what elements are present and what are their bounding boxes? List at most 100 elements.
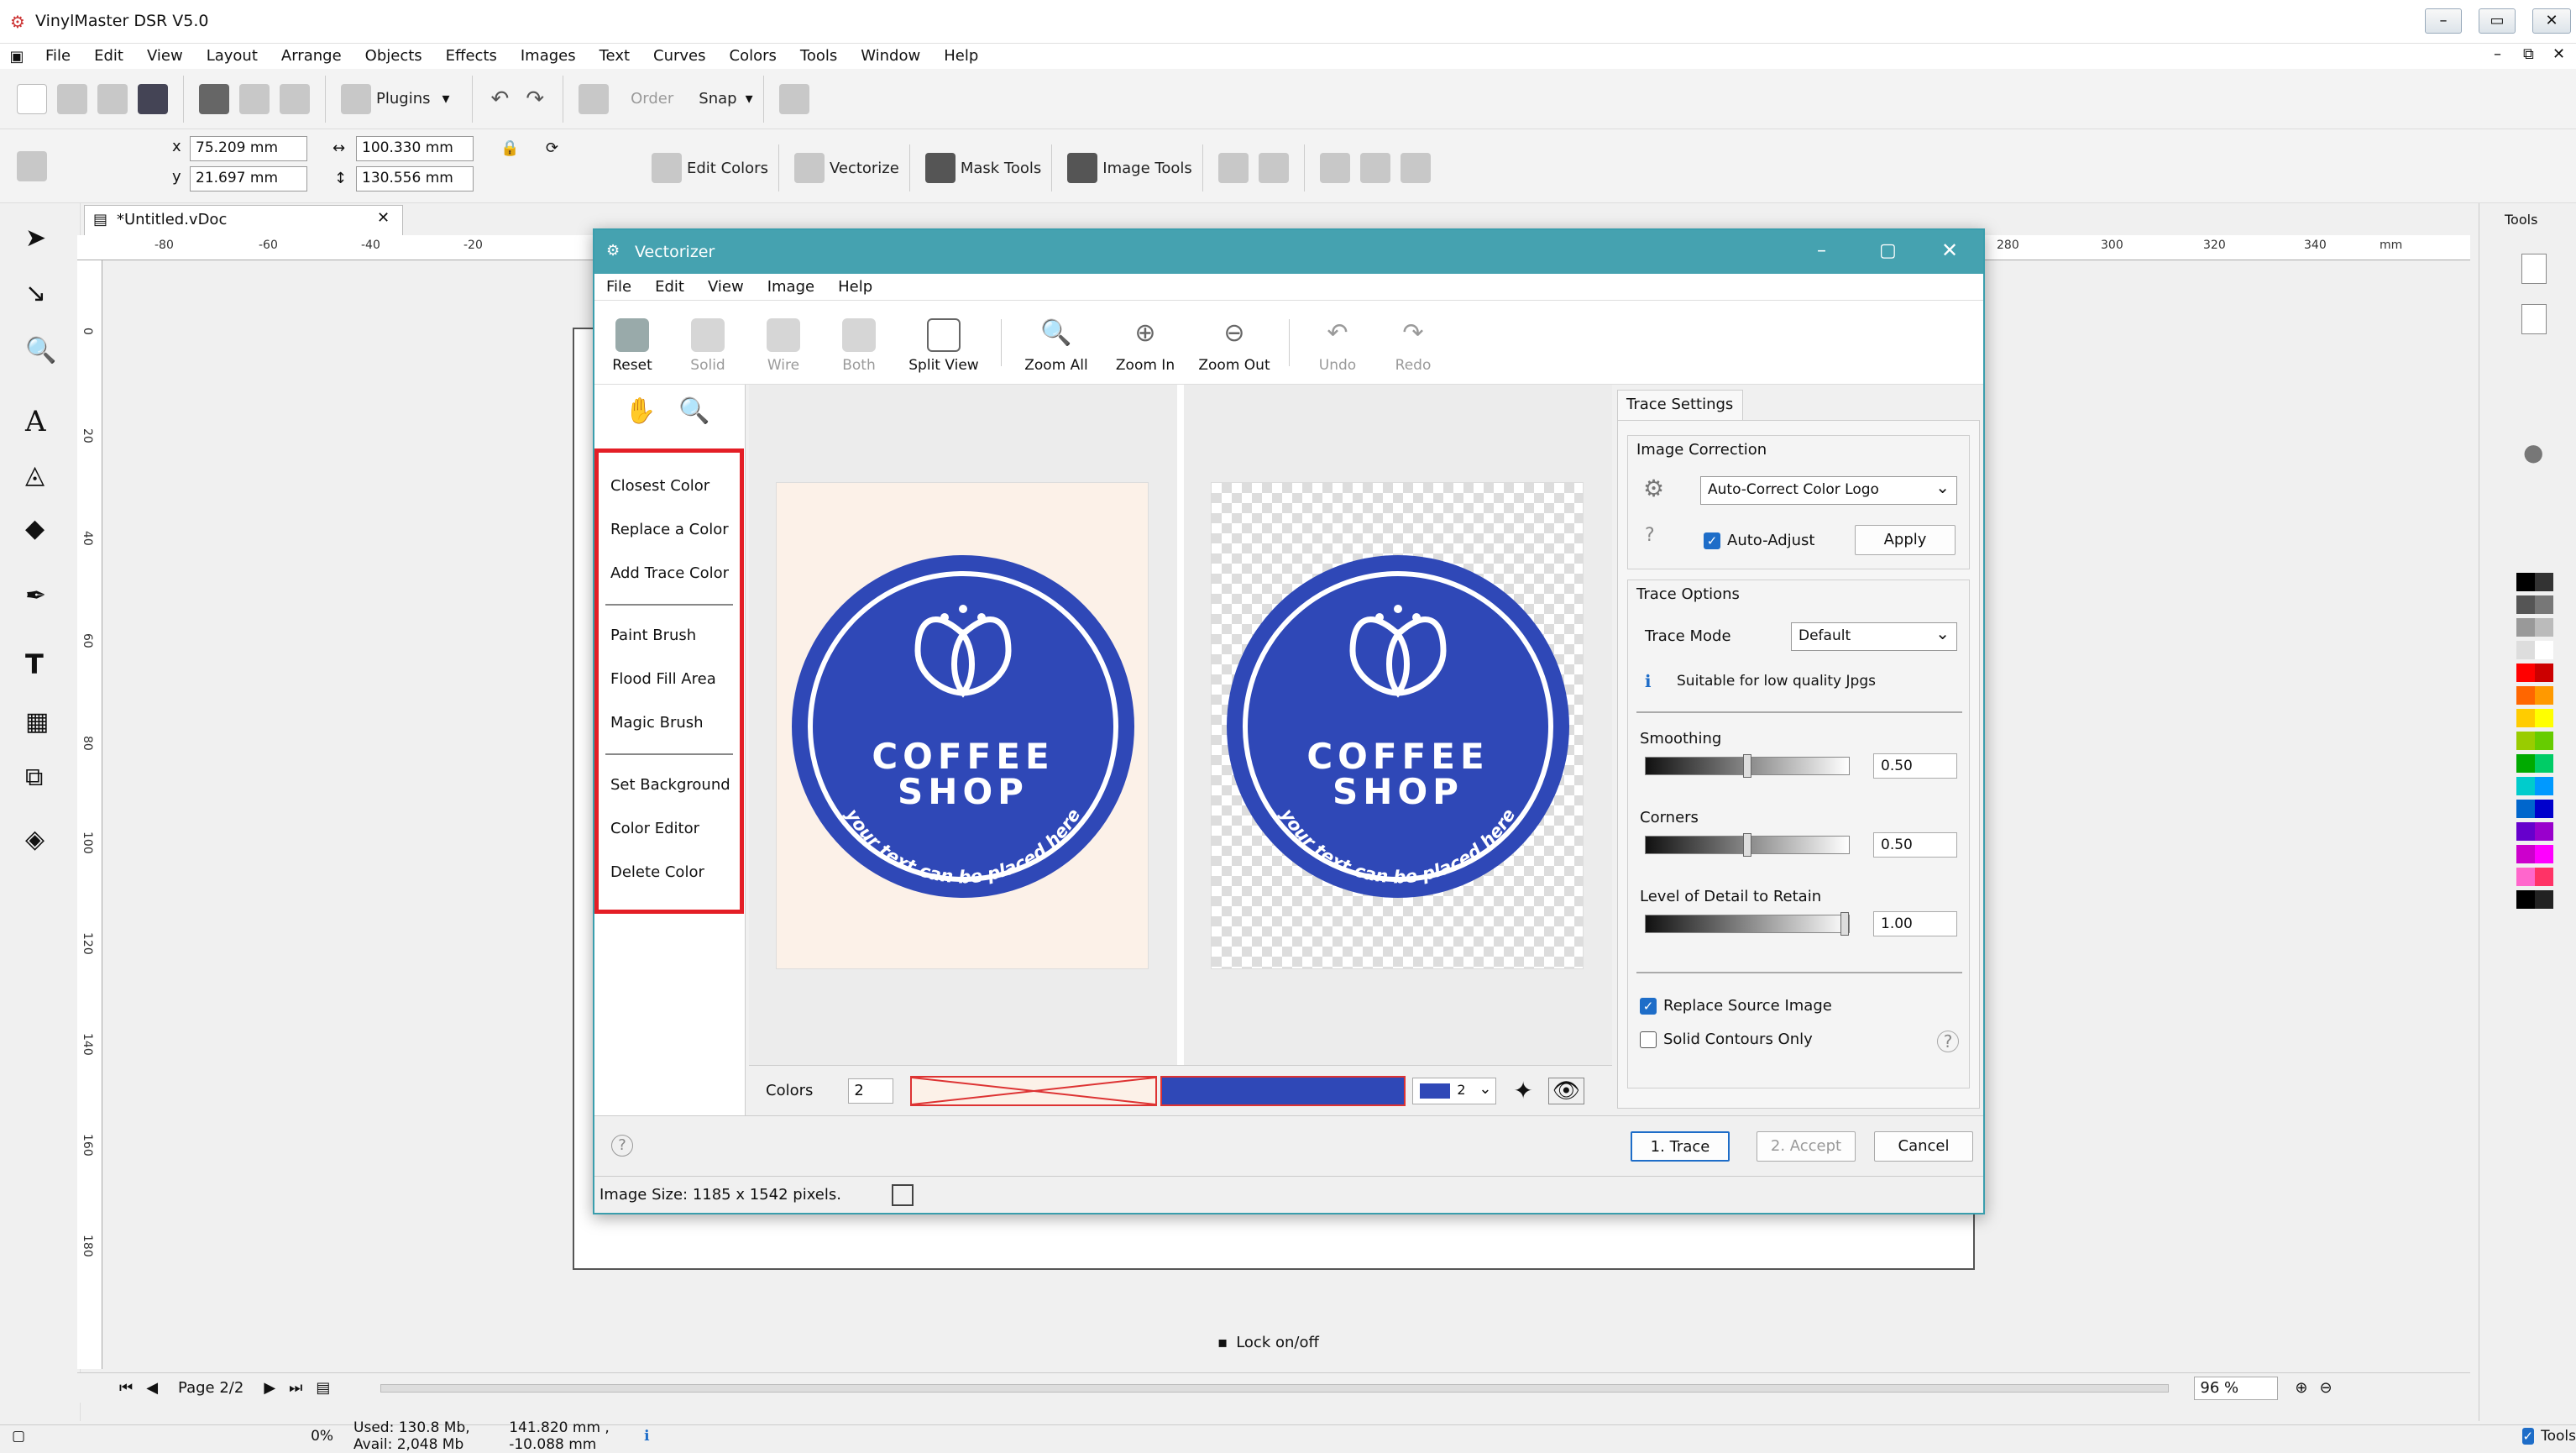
select-icon[interactable] [579, 83, 610, 114]
dialog-menu-view[interactable]: View [696, 275, 756, 300]
menu-curves[interactable]: Curves [641, 44, 717, 69]
blue-color-swatch[interactable] [1160, 1075, 1406, 1106]
document-menu-icon[interactable]: ▣ [0, 48, 34, 66]
dialog-menu-help[interactable]: Help [826, 275, 884, 300]
dialog-close-icon[interactable]: ✕ [1941, 239, 1958, 262]
lock-icon[interactable]: 🔒 [500, 139, 519, 157]
x-position-field[interactable]: 75.209 mm [190, 136, 307, 161]
palette-color-swatch[interactable] [2535, 845, 2553, 863]
menu-layout[interactable]: Layout [195, 44, 270, 69]
text-tool-icon[interactable]: A [25, 405, 46, 438]
save-icon[interactable] [138, 83, 168, 114]
y-position-field[interactable]: 21.697 mm [190, 166, 307, 191]
plugins-dropdown-icon[interactable]: ▾ [442, 90, 449, 108]
document-tab[interactable]: ▤ *Untitled.vDoc ✕ [84, 205, 403, 235]
preview-toggle-icon[interactable]: 👁 [1547, 1077, 1584, 1104]
shape-tool-icon[interactable]: ◬ [25, 460, 45, 490]
doc-close-icon[interactable]: ✕ [2552, 45, 2565, 63]
snap-dropdown-icon[interactable]: ▾ [746, 90, 753, 108]
zoom-in-button[interactable]: ⊕ Zoom In [1109, 312, 1181, 374]
menu-view[interactable]: View [135, 44, 195, 69]
cancel-button[interactable]: Cancel [1874, 1131, 1973, 1162]
palette-color-swatch[interactable] [2516, 777, 2535, 795]
vectorize-icon[interactable] [793, 153, 825, 183]
palette-color-swatch[interactable] [2516, 595, 2535, 614]
add-trace-color-tool[interactable]: Add Trace Color [599, 552, 740, 595]
delete-color-tool[interactable]: Delete Color [599, 851, 740, 894]
paint-brush-tool[interactable]: Paint Brush [599, 614, 740, 658]
smoothing-value[interactable]: 0.50 [1873, 753, 1957, 779]
replace-a-color-tool[interactable]: Replace a Color [599, 508, 740, 552]
add-page-icon[interactable]: ▤ [316, 1379, 330, 1397]
palette-color-swatch[interactable] [2535, 641, 2553, 659]
palette-color-swatch[interactable] [2516, 845, 2535, 863]
edit-tool-icon[interactable]: ◆ [25, 514, 45, 543]
trace-settings-tab[interactable]: Trace Settings [1617, 390, 1743, 420]
menu-tools[interactable]: Tools [788, 44, 849, 69]
snap-button[interactable]: Snap [699, 90, 736, 108]
palette-color-swatch[interactable] [2516, 618, 2535, 637]
distribute-icon[interactable] [1359, 153, 1390, 183]
settings-icon[interactable] [17, 150, 47, 181]
dialog-maximize-icon[interactable]: ▢ [1879, 240, 1897, 261]
width-field[interactable]: 100.330 mm [356, 136, 474, 161]
menu-window[interactable]: Window [849, 44, 932, 69]
pen-tool-icon[interactable]: ✒ [25, 581, 46, 611]
help-icon[interactable]: ? [1937, 1031, 1959, 1052]
corners-slider[interactable] [1645, 833, 1850, 857]
open-icon[interactable] [57, 83, 87, 114]
detail-slider[interactable] [1645, 912, 1850, 936]
maximize-button[interactable]: ▭ [2479, 8, 2516, 34]
palette-color-swatch[interactable] [2535, 686, 2553, 705]
palette-color-swatch[interactable] [2516, 822, 2535, 841]
palette-color-swatch[interactable] [2535, 732, 2553, 750]
doc-restore-icon[interactable]: ⧉ [2523, 45, 2534, 63]
image-tools-button[interactable]: Image Tools [1102, 160, 1191, 177]
first-page-icon[interactable]: ⏮ [119, 1379, 133, 1397]
palette-color-swatch[interactable] [2516, 641, 2535, 659]
edit-colors-button[interactable]: Edit Colors [687, 160, 768, 177]
layer-icon[interactable] [2521, 304, 2547, 334]
redo-button[interactable]: ↷ Redo [1384, 312, 1442, 374]
palette-color-swatch[interactable] [2516, 709, 2535, 727]
next-page-icon[interactable]: ▶ [264, 1379, 275, 1397]
arrange-tool-icon[interactable]: ⧉ [25, 763, 43, 792]
print-icon[interactable] [199, 83, 229, 114]
pen-icon[interactable] [778, 83, 809, 114]
detail-value[interactable]: 1.00 [1873, 911, 1957, 936]
palette-color-swatch[interactable] [2516, 800, 2535, 818]
select-tool-icon[interactable]: ➤ [25, 223, 46, 253]
swatch-dropdown[interactable]: 2 ⌄ [1412, 1077, 1497, 1104]
color-editor-tool[interactable]: Color Editor [599, 807, 740, 851]
palette-color-swatch[interactable] [2516, 573, 2535, 591]
new-icon[interactable] [17, 83, 47, 114]
solid-button[interactable]: Solid [678, 312, 737, 374]
node-tool-icon[interactable]: ↘ [25, 279, 46, 308]
detail-slider-thumb[interactable] [1840, 912, 1849, 936]
apply-button[interactable]: Apply [1855, 525, 1956, 555]
dialog-minimize-icon[interactable]: – [1817, 240, 1826, 261]
doc-minimize-icon[interactable]: – [2494, 45, 2501, 63]
page-thumbnail-icon[interactable] [2521, 254, 2547, 284]
plugins-button[interactable]: Plugins [376, 90, 430, 108]
solid-contours-checkbox[interactable]: Solid Contours Only [1640, 1031, 1813, 1048]
menu-file[interactable]: File [34, 44, 82, 69]
color-circle-icon[interactable]: ● [2523, 438, 2543, 466]
zoom-out-icon[interactable]: ⊖ [2319, 1379, 2332, 1397]
image-tools-icon[interactable] [1067, 153, 1098, 183]
palette-color-swatch[interactable] [2516, 890, 2535, 909]
palette-color-swatch[interactable] [2516, 664, 2535, 682]
palette-color-swatch[interactable] [2535, 618, 2553, 637]
zoom-in-icon[interactable]: ⊕ [2295, 1379, 2307, 1397]
replace-source-checkbox[interactable]: ✓ Replace Source Image [1640, 997, 1832, 1015]
palette-color-swatch[interactable] [2535, 754, 2553, 773]
tools-checkbox[interactable]: ✓ [2521, 1428, 2535, 1445]
last-page-icon[interactable]: ⏭ [289, 1379, 302, 1397]
palette-color-swatch[interactable] [2535, 664, 2553, 682]
menu-effects[interactable]: Effects [434, 44, 509, 69]
image-correction-select[interactable]: Auto-Correct Color Logo [1700, 476, 1957, 505]
set-background-tool[interactable]: Set Background [599, 763, 740, 807]
edit-colors-icon[interactable] [652, 153, 682, 183]
reset-button[interactable]: Reset [603, 312, 662, 374]
accept-button[interactable]: 2. Accept [1757, 1131, 1856, 1162]
